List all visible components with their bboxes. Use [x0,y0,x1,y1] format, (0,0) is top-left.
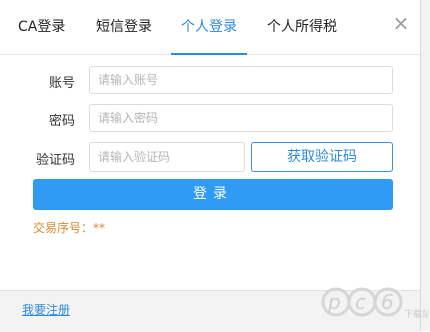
tab-personal-login[interactable]: 个人登录 [171,0,247,55]
login-button[interactable]: 登录 [33,179,393,210]
svg-text:c: c [355,290,366,314]
tab-personal-income-tax[interactable]: 个人所得税 [267,0,337,54]
watermark-sub: 下载站 [404,308,428,320]
pc6-logo-icon: p c 6 下载站 [321,287,430,320]
verification-code-label: 验证码 [35,153,75,168]
close-icon[interactable]: × [391,13,411,33]
pc6-watermark-logo: p c 6 下载站 [318,268,430,328]
register-link[interactable]: 我要注册 [22,301,70,318]
tab-sms-login[interactable]: 短信登录 [96,0,152,54]
login-tabs: CA登录 短信登录 个人登录 个人所得税 × [0,0,420,55]
svg-text:p: p [327,290,341,314]
account-label: 账号 [48,76,75,91]
account-input[interactable] [89,66,393,94]
password-label: 密码 [48,114,75,129]
verification-code-input[interactable] [89,142,245,172]
get-code-button[interactable]: 获取验证码 [251,142,393,172]
password-input[interactable] [89,104,393,132]
transaction-serial: 交易序号：** [33,221,106,235]
svg-text:6: 6 [381,290,394,314]
tab-ca-login[interactable]: CA登录 [18,0,65,54]
